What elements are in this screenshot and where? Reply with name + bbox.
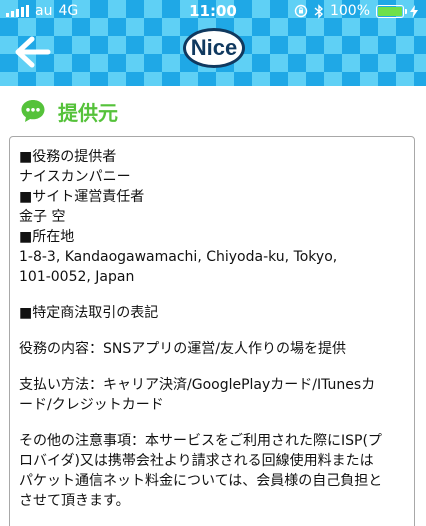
battery-icon <box>376 4 407 18</box>
charging-icon <box>410 4 418 18</box>
content-line: ■役務の提供者 <box>19 149 117 165</box>
chat-bubble-icon <box>21 100 45 122</box>
status-right: 100% <box>294 3 418 19</box>
content-line: 1-8-3, Kandaogawamachi, Chiyoda-ku, Toky… <box>19 249 338 265</box>
provider-info-box[interactable]: ■役務の提供者 ナイスカンパニー ■サイト運営責任者 金子 空 ■所在地 1-8-3, K… <box>9 136 415 526</box>
battery-level <box>378 6 402 16</box>
content-spacer <box>19 323 405 339</box>
content-line: 役務の内容：SNSアプリの運営/友人作りの場を提供 <box>19 341 346 357</box>
content-line: パケット通信ネット料金については、会員様の自己負担と <box>19 473 383 489</box>
content-line: 支払い方法：キャリア決済/GooglePlayカード/ITunesカ <box>19 377 376 393</box>
content-line: ロバイダ)又は携帯会社より請求される回線使用料または <box>19 453 374 469</box>
battery-percent: 100% <box>329 3 370 19</box>
app-logo: Nice <box>183 28 245 68</box>
back-arrow-icon[interactable] <box>12 34 52 70</box>
content-spacer <box>19 359 405 375</box>
bluetooth-icon <box>314 3 323 19</box>
content-spacer <box>19 287 405 303</box>
content-spacer <box>19 415 405 431</box>
app-header: au 4G 11:00 100% Nice <box>0 0 426 86</box>
content-line: ード/クレジットカード <box>19 397 164 413</box>
status-bar: au 4G 11:00 100% <box>0 0 426 22</box>
content-line: 金子 空 <box>19 209 66 225</box>
content-line: 101-0052, Japan <box>19 269 135 285</box>
section-header: 提供元 <box>20 97 118 125</box>
content-line: させて頂きます。 <box>19 493 130 509</box>
content-line: ■特定商法取引の表記 <box>19 305 159 321</box>
content-line: その他の注意事項：本サービスをご利用された際にISP(プ <box>19 433 382 449</box>
content-line: ■サイト運営責任者 <box>19 189 145 205</box>
section-title: 提供元 <box>58 100 118 125</box>
content-line: ナイスカンパニー <box>19 169 131 185</box>
content-line: ■所在地 <box>19 229 75 245</box>
lock-rotation-icon <box>294 4 308 18</box>
